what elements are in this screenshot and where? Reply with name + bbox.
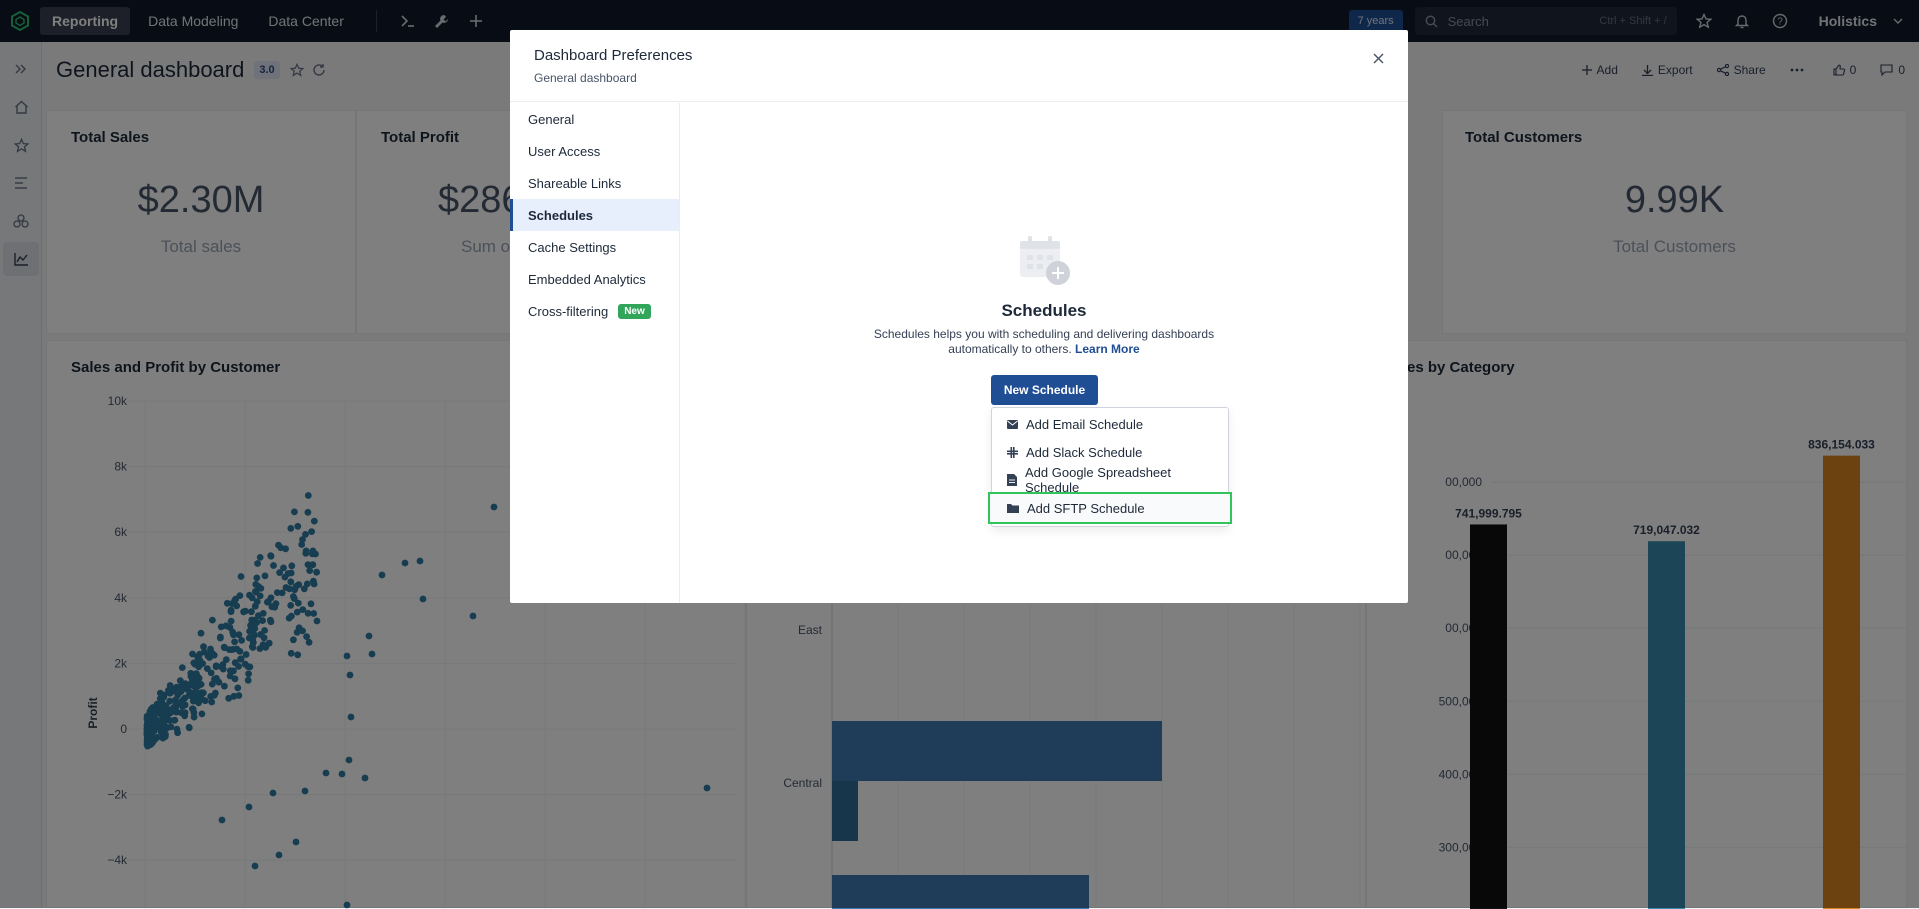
add-email-schedule-option[interactable]: Add Email Schedule bbox=[992, 410, 1228, 438]
menu-item-general[interactable]: General bbox=[510, 103, 679, 135]
option-label: Add SFTP Schedule bbox=[1027, 500, 1145, 516]
description-text: Schedules helps you with scheduling and … bbox=[873, 327, 1215, 356]
menu-item-user-access[interactable]: User Access bbox=[510, 135, 679, 167]
option-label: Add Email Schedule bbox=[1026, 416, 1144, 432]
calendar-add-icon bbox=[1020, 236, 1070, 285]
menu-item-cross-filtering[interactable]: Cross-filtering New bbox=[510, 295, 679, 327]
learn-more-link[interactable]: Learn More bbox=[1075, 342, 1140, 356]
modal-subtitle: General dashboard bbox=[534, 71, 637, 85]
option-label: Add Slack Schedule bbox=[1026, 444, 1143, 460]
close-icon[interactable] bbox=[1373, 48, 1384, 69]
menu-item-label: Cross-filtering bbox=[528, 303, 609, 319]
envelope-icon bbox=[1007, 419, 1018, 429]
schedules-description: Schedules helps you with scheduling and … bbox=[869, 327, 1219, 357]
new-schedule-dropdown: Add Email Schedule Add Slack Schedule Ad… bbox=[988, 407, 1232, 527]
schedules-heading: Schedules bbox=[1001, 301, 1087, 320]
folder-icon bbox=[1007, 504, 1019, 513]
spreadsheet-icon bbox=[1007, 474, 1017, 486]
preferences-menu: General User Access Shareable Links Sche… bbox=[510, 103, 680, 603]
add-google-spreadsheet-schedule-option[interactable]: Add Google Spreadsheet Schedule bbox=[992, 465, 1228, 495]
new-schedule-button[interactable]: New Schedule bbox=[991, 375, 1098, 405]
modal-header: Dashboard Preferences General dashboard bbox=[510, 30, 1408, 102]
option-label: Add Google Spreadsheet Schedule bbox=[1025, 465, 1171, 495]
add-slack-schedule-option[interactable]: Add Slack Schedule bbox=[992, 438, 1228, 466]
menu-item-cache-settings[interactable]: Cache Settings bbox=[510, 231, 679, 263]
schedules-panel: Schedules Schedules helps you with sched… bbox=[680, 103, 1408, 603]
menu-item-schedules[interactable]: Schedules bbox=[510, 199, 679, 231]
menu-item-embedded-analytics[interactable]: Embedded Analytics bbox=[510, 263, 679, 295]
menu-item-shareable-links[interactable]: Shareable Links bbox=[510, 167, 679, 199]
dashboard-preferences-modal: Dashboard Preferences General dashboard … bbox=[510, 30, 1408, 603]
modal-title: Dashboard Preferences bbox=[534, 47, 693, 64]
slack-icon bbox=[1007, 446, 1018, 458]
new-badge: New bbox=[618, 303, 651, 319]
add-sftp-schedule-option[interactable]: Add SFTP Schedule bbox=[988, 492, 1232, 524]
